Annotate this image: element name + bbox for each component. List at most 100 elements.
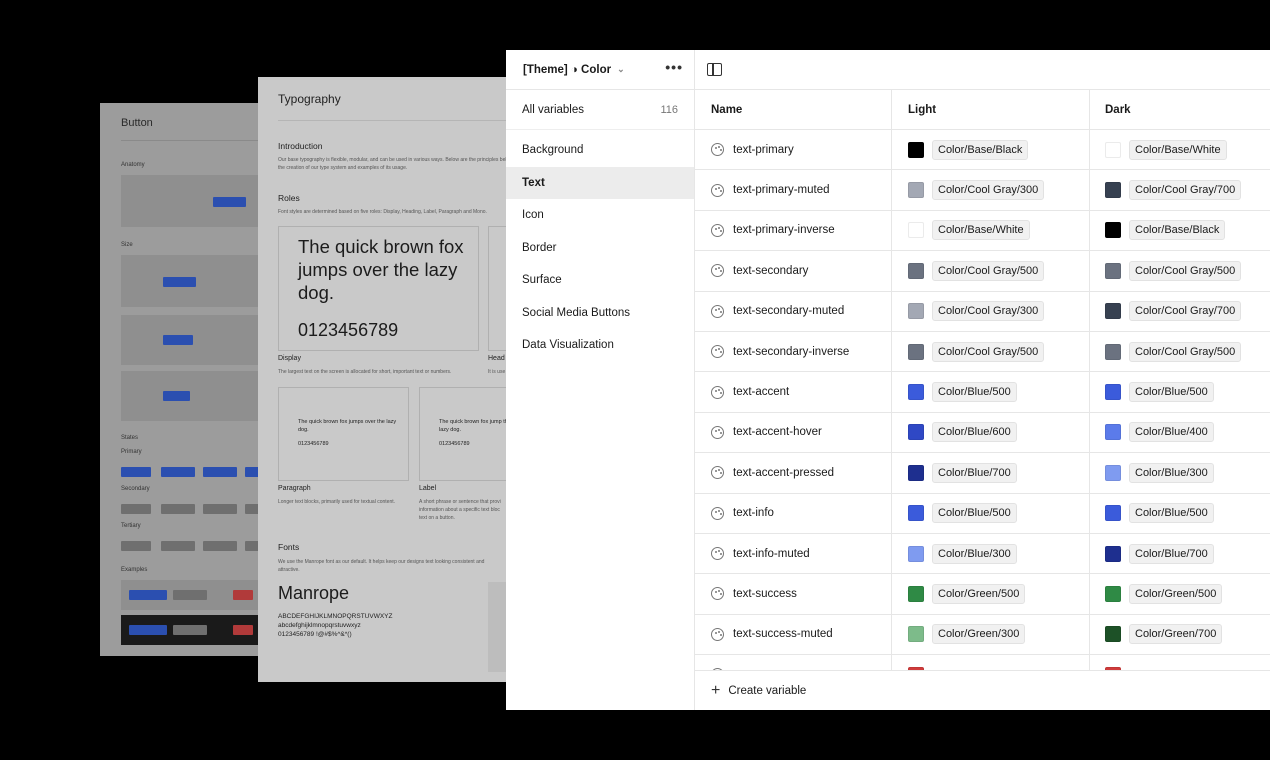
light-value-cell[interactable]: Color/Blue/700 (892, 453, 1090, 493)
color-alias-tag[interactable]: Color/Blue/700 (932, 462, 1017, 483)
light-value-cell[interactable]: Color/Base/White (892, 210, 1090, 251)
light-value-cell[interactable]: Color/Cool Gray/300 (892, 291, 1090, 331)
table-row[interactable]: text-secondary-inverse Color/Cool Gray/50… (695, 331, 1270, 373)
color-alias-tag[interactable]: Color/Cool Gray/500 (1129, 341, 1242, 362)
sidebar-group-social-media-buttons[interactable]: Social Media Buttons (506, 297, 694, 330)
color-alias-tag[interactable]: Color/Green/500 (1129, 583, 1223, 604)
light-value-cell[interactable] (892, 655, 1090, 670)
dark-value-cell[interactable]: Color/Cool Gray/500 (1090, 251, 1270, 290)
sidebar-group-border[interactable]: Border (506, 232, 694, 265)
color-alias-tag[interactable]: Color/Cool Gray/500 (932, 260, 1045, 281)
light-value-cell[interactable]: Color/Blue/500 (892, 372, 1090, 412)
color-alias-tag[interactable]: Color/Base/White (932, 220, 1030, 241)
variable-name-cell[interactable]: text-secondary-muted (695, 291, 892, 331)
color-alias-tag[interactable]: Color/Cool Gray/700 (1129, 301, 1242, 322)
color-alias-tag[interactable]: Color/Blue/400 (1129, 422, 1214, 443)
collection-header: [Theme] ◑ Color ⌄ ••• (506, 50, 694, 90)
variable-name-cell[interactable]: text-primary (695, 130, 892, 170)
download-button-sample (129, 590, 167, 600)
variable-name-cell[interactable]: text-accent (695, 372, 892, 412)
dark-value-cell[interactable]: Color/Cool Gray/500 (1090, 332, 1270, 371)
dark-value-cell[interactable]: Color/Blue/400 (1090, 413, 1270, 452)
light-value-cell[interactable]: Color/Cool Gray/500 (892, 251, 1090, 291)
dark-value-cell[interactable]: Color/Blue/700 (1090, 534, 1270, 573)
color-alias-tag[interactable]: Color/Blue/500 (932, 503, 1017, 524)
color-alias-tag[interactable]: Color/Base/Black (1129, 220, 1226, 241)
table-row[interactable]: text-secondary-muted Color/Cool Gray/300 C… (695, 291, 1270, 332)
label-sample-box (419, 387, 518, 481)
dark-value-cell[interactable]: Color/Blue/500 (1090, 494, 1270, 533)
sidebar-group-data-visualization[interactable]: Data Visualization (506, 329, 694, 362)
color-alias-tag[interactable]: Color/Blue/500 (1129, 503, 1214, 524)
table-row[interactable]: text-info Color/Blue/500 Color/Blue/500 (695, 493, 1270, 534)
dark-value-cell[interactable]: Color/Base/Black (1090, 211, 1270, 250)
sidebar-group-surface[interactable]: Surface (506, 264, 694, 297)
color-alias-tag[interactable]: Color/Cool Gray/300 (932, 301, 1045, 322)
table-row[interactable]: text-accent Color/Blue/500 Color/Blue/500 (695, 372, 1270, 413)
table-row[interactable]: text-success Color/Green/500 Color/Green/5… (695, 574, 1270, 615)
color-alias-tag[interactable]: Color/Blue/500 (1129, 382, 1214, 403)
variable-name-cell[interactable] (695, 655, 892, 670)
toggle-sidebar-icon[interactable] (707, 63, 722, 76)
variable-name-cell[interactable]: text-info-muted (695, 533, 892, 574)
light-value-cell[interactable]: Color/Blue/600 (892, 412, 1090, 453)
color-alias-tag[interactable]: Color/Green/300 (932, 624, 1026, 645)
table-row[interactable] (695, 655, 1270, 670)
light-value-cell[interactable]: Color/Green/300 (892, 614, 1090, 655)
primary-label: Primary (121, 449, 142, 455)
create-variable-button[interactable]: + Create variable (695, 670, 1270, 710)
sidebar-group-icon[interactable]: Icon (506, 199, 694, 232)
dark-value-cell[interactable]: Color/Green/500 (1090, 574, 1270, 613)
light-value-cell[interactable]: Color/Blue/500 (892, 493, 1090, 533)
light-value-cell[interactable]: Color/Cool Gray/300 (892, 170, 1090, 210)
variable-name-cell[interactable]: text-info (695, 493, 892, 533)
color-alias-tag[interactable]: Color/Base/White (1129, 139, 1227, 160)
dark-value-cell[interactable]: Color/Green/700 (1090, 615, 1270, 654)
light-value-cell[interactable]: Color/Green/500 (892, 574, 1090, 614)
more-options-icon[interactable]: ••• (665, 60, 683, 74)
light-value-cell[interactable]: Color/Blue/300 (892, 533, 1090, 574)
table-row[interactable]: text-success-muted Color/Green/300 Color/G… (695, 614, 1270, 656)
color-alias-tag[interactable]: Color/Cool Gray/700 (1129, 180, 1242, 201)
collection-switcher[interactable]: [Theme] ◑ Color ⌄ (523, 64, 625, 76)
table-row[interactable]: text-primary-inverse Color/Base/White Colo… (695, 210, 1270, 252)
color-alias-tag[interactable]: Color/Cool Gray/500 (1129, 260, 1242, 281)
color-alias-tag[interactable]: Color/Cool Gray/500 (932, 341, 1045, 362)
variable-name-cell[interactable]: text-secondary (695, 251, 892, 291)
color-alias-tag[interactable]: Color/Blue/700 (1129, 543, 1214, 564)
color-alias-tag[interactable]: Color/Blue/300 (932, 543, 1017, 564)
color-alias-tag[interactable]: Color/Base/Black (932, 139, 1029, 160)
all-variables-item[interactable]: All variables 116 (506, 90, 694, 130)
variable-name-cell[interactable]: text-success (695, 574, 892, 614)
color-alias-tag[interactable]: Color/Green/500 (932, 583, 1026, 604)
variable-name-cell[interactable]: text-accent-hover (695, 412, 892, 453)
palette-icon (711, 223, 724, 237)
table-row[interactable]: text-primary Color/Base/Black Color/Base/W… (695, 130, 1270, 171)
variable-name-cell[interactable]: text-primary-muted (695, 170, 892, 210)
dark-value-cell[interactable] (1090, 655, 1270, 670)
variable-name-cell[interactable]: text-accent-pressed (695, 453, 892, 493)
light-value-cell[interactable]: Color/Cool Gray/500 (892, 331, 1090, 372)
table-row[interactable]: text-accent-hover Color/Blue/600 Color/Blu… (695, 412, 1270, 454)
dark-value-cell[interactable]: Color/Blue/300 (1090, 453, 1270, 492)
table-row[interactable]: text-info-muted Color/Blue/300 Color/Blue/… (695, 533, 1270, 575)
variable-name-cell[interactable]: text-secondary-inverse (695, 331, 892, 372)
button-sample (213, 197, 246, 207)
table-row[interactable]: text-accent-pressed Color/Blue/700 Color/B… (695, 453, 1270, 494)
color-alias-tag[interactable]: Color/Blue/300 (1129, 462, 1214, 483)
sidebar-group-text[interactable]: Text (506, 166, 694, 199)
color-alias-tag[interactable]: Color/Cool Gray/300 (932, 180, 1045, 201)
table-row[interactable]: text-secondary Color/Cool Gray/500 Color/C… (695, 251, 1270, 292)
light-value-cell[interactable]: Color/Base/Black (892, 130, 1090, 170)
sidebar-group-background[interactable]: Background (506, 134, 694, 167)
variable-name-cell[interactable]: text-primary-inverse (695, 210, 892, 251)
color-alias-tag[interactable]: Color/Blue/500 (932, 382, 1017, 403)
dark-value-cell[interactable]: Color/Cool Gray/700 (1090, 170, 1270, 209)
variable-name-cell[interactable]: text-success-muted (695, 614, 892, 655)
color-alias-tag[interactable]: Color/Blue/600 (932, 422, 1017, 443)
dark-value-cell[interactable]: Color/Base/White (1090, 130, 1270, 169)
color-alias-tag[interactable]: Color/Green/700 (1129, 624, 1223, 645)
table-row[interactable]: text-primary-muted Color/Cool Gray/300 Col… (695, 170, 1270, 211)
dark-value-cell[interactable]: Color/Cool Gray/700 (1090, 292, 1270, 331)
dark-value-cell[interactable]: Color/Blue/500 (1090, 372, 1270, 411)
